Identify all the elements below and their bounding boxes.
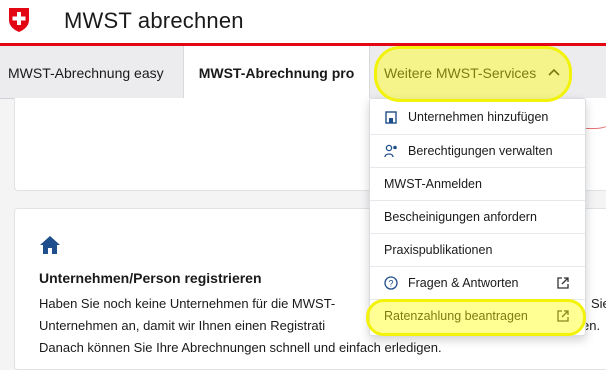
card-text-line-1: Haben Sie noch keine Unternehmen für die…: [39, 296, 335, 311]
swiss-coat-of-arms-icon: [9, 8, 29, 32]
menu-item-label: Praxispublikationen: [384, 243, 493, 257]
menu-item-fragen-antworten[interactable]: ? Fragen & Antworten: [370, 266, 585, 299]
app-title: MWST abrechnen: [64, 8, 244, 33]
home-icon: [40, 236, 60, 254]
external-link-icon: [557, 277, 569, 289]
tab-label: MWST-Abrechnung easy: [8, 65, 164, 81]
menu-item-label: Fragen & Antworten: [408, 276, 519, 290]
tab-mwst-pro[interactable]: MWST-Abrechnung pro: [183, 46, 370, 98]
services-dropdown-menu: Unternehmen hinzufügen Berechtigungen ve…: [369, 98, 586, 336]
menu-item-bescheinigungen-anfordern[interactable]: Bescheinigungen anfordern: [370, 200, 585, 233]
tab-label: Weitere MWST-Services: [384, 65, 537, 81]
menu-item-label: Berechtigungen verwalten: [408, 144, 553, 158]
menu-item-label: Ratenzahlung beantragen: [384, 309, 528, 323]
chevron-up-icon: [548, 69, 560, 76]
external-link-icon: [557, 310, 569, 322]
tab-label: MWST-Abrechnung pro: [198, 65, 355, 81]
card-text-line-1-end: Sie: [591, 296, 606, 311]
app-header: MWST abrechnen: [0, 0, 606, 46]
card-text-line-2: Unternehmen an, damit wir Ihnen einen Re…: [39, 318, 325, 333]
menu-item-unternehmen-hinzufuegen[interactable]: Unternehmen hinzufügen: [370, 101, 585, 134]
menu-item-label: Unternehmen hinzufügen: [408, 110, 549, 124]
menu-item-label: MWST-Anmelden: [384, 177, 482, 191]
menu-item-mwst-anmelden[interactable]: MWST-Anmelden: [370, 167, 585, 200]
menu-item-label: Bescheinigungen anfordern: [384, 210, 537, 224]
card-title: Unternehmen/Person registrieren: [39, 270, 262, 286]
svg-text:?: ?: [388, 279, 393, 289]
menu-item-ratenzahlung-beantragen[interactable]: Ratenzahlung beantragen: [370, 299, 585, 332]
menu-item-praxispublikationen[interactable]: Praxispublikationen: [370, 233, 585, 266]
building-icon: [385, 111, 397, 124]
help-icon: ?: [384, 276, 398, 290]
card-text: Unternehmen an, damit wir Ihnen einen Re…: [39, 318, 326, 333]
tab-mwst-easy[interactable]: MWST-Abrechnung easy: [0, 46, 183, 98]
card-text: Haben Sie noch keine Unternehmen für die…: [39, 296, 336, 311]
menu-item-berechtigungen-verwalten[interactable]: Berechtigungen verwalten: [370, 134, 585, 167]
tab-bar: MWST-Abrechnung easy MWST-Abrechnung pro…: [0, 46, 606, 99]
user-permissions-icon: [384, 144, 397, 158]
